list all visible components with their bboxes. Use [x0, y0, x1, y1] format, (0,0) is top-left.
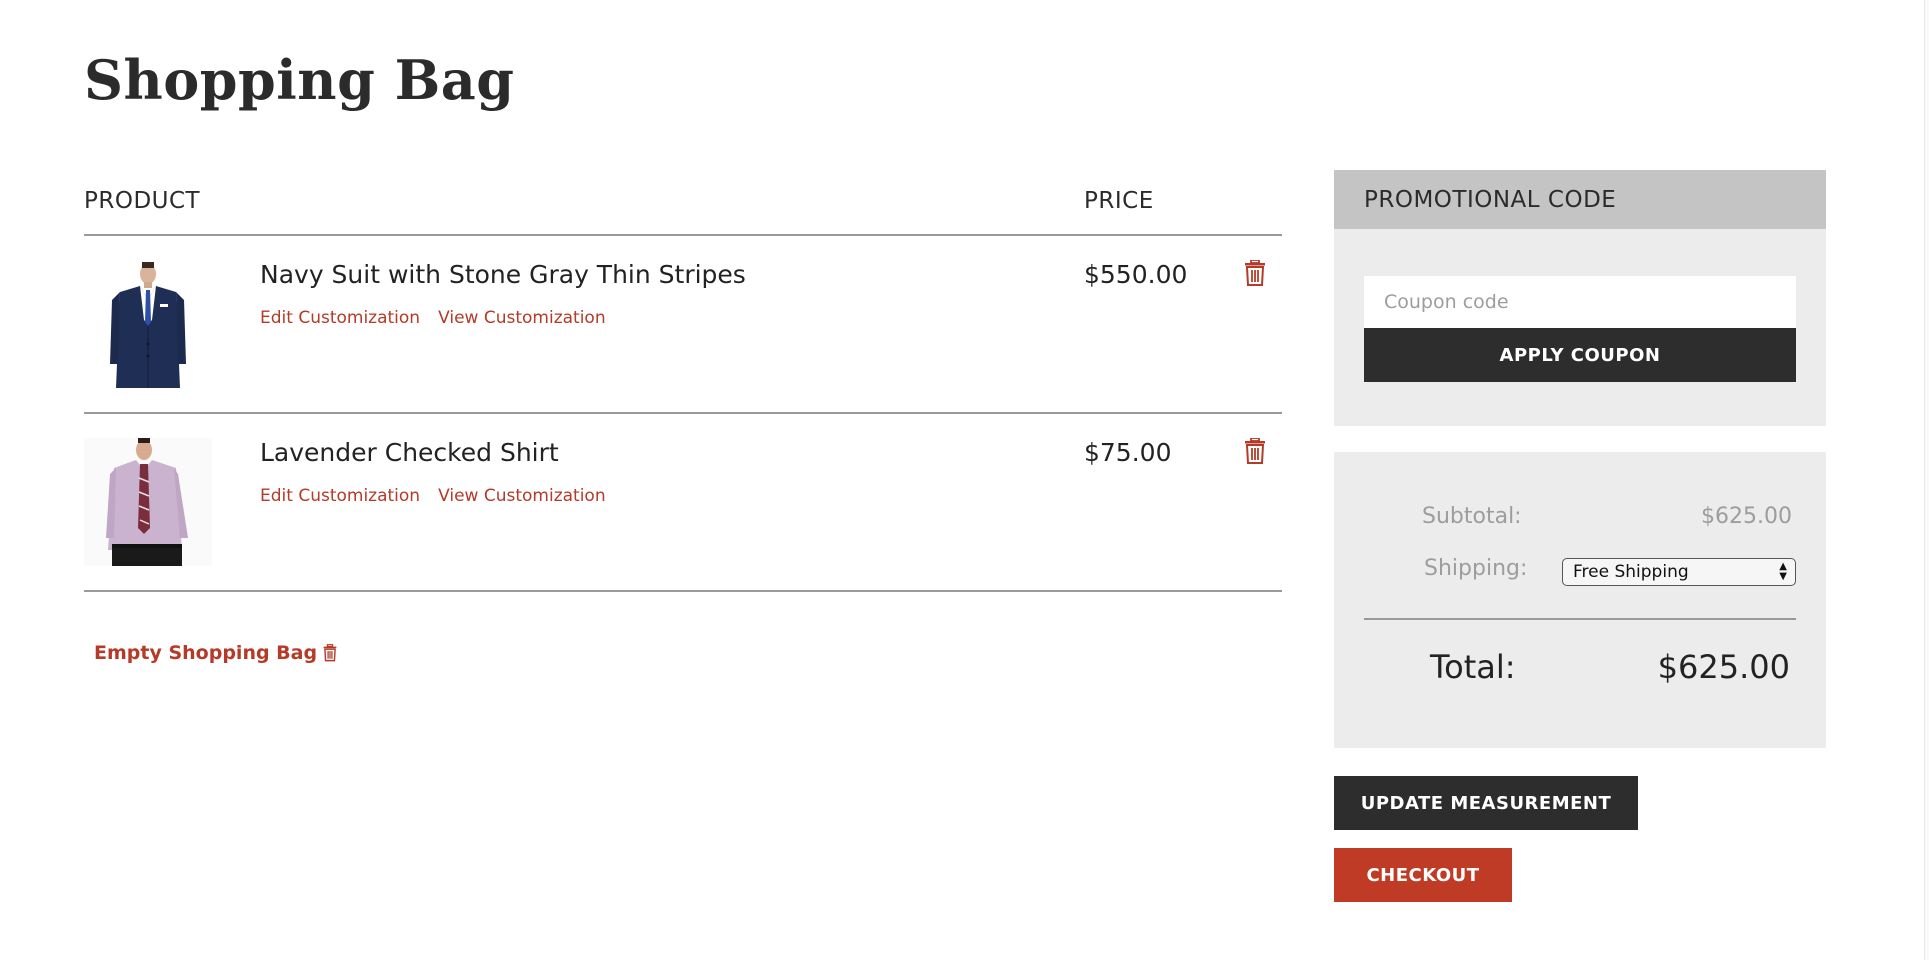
product-name[interactable]: Lavender Checked Shirt [260, 438, 559, 467]
total-value: $625.00 [1657, 648, 1790, 686]
total-label: Total: [1430, 648, 1516, 686]
product-thumbnail-lavender-shirt[interactable] [84, 438, 212, 566]
subtotal-label: Subtotal: [1422, 504, 1522, 529]
coupon-code-input[interactable] [1364, 276, 1796, 328]
checkout-button[interactable]: CHECKOUT [1334, 848, 1512, 902]
view-customization-link[interactable]: View Customization [438, 486, 606, 506]
updown-arrows-icon: ▲ ▼ [1779, 561, 1787, 582]
remove-item-button[interactable] [1244, 259, 1270, 290]
navy-suit-image [84, 260, 212, 388]
cart-table: PRODUCT PRICE Navy Suit with Stone Gray … [84, 176, 1282, 592]
view-customization-link[interactable]: View Customization [438, 308, 606, 328]
cart-row: Navy Suit with Stone Gray Thin Stripes E… [84, 236, 1282, 414]
empty-shopping-bag-label: Empty Shopping Bag [94, 642, 318, 664]
product-thumbnail-navy-suit[interactable] [84, 260, 212, 388]
cart-table-header: PRODUCT PRICE [84, 176, 1282, 236]
customization-links: Edit Customization View Customization [260, 308, 606, 328]
remove-item-button[interactable] [1244, 437, 1270, 468]
lavender-shirt-image [84, 438, 212, 566]
subtotal-value: $625.00 [1701, 504, 1792, 529]
shipping-method-select[interactable]: Free Shipping ▲ ▼ [1562, 558, 1796, 586]
product-name[interactable]: Navy Suit with Stone Gray Thin Stripes [260, 260, 746, 289]
price-column-header: PRICE [1084, 188, 1154, 214]
apply-coupon-button[interactable]: APPLY COUPON [1364, 328, 1796, 382]
promo-code-panel: PROMOTIONAL CODE APPLY COUPON [1334, 170, 1826, 426]
shipping-selected-value: Free Shipping [1573, 562, 1689, 582]
product-column-header: PRODUCT [84, 188, 201, 214]
shipping-label: Shipping: [1424, 556, 1528, 581]
empty-shopping-bag-link[interactable]: Empty Shopping Bag [94, 642, 337, 664]
update-measurement-button[interactable]: UPDATE MEASUREMENT [1334, 776, 1638, 830]
page-title: Shopping Bag [84, 48, 515, 112]
page-scrollbar[interactable] [1924, 0, 1929, 960]
cart-row: Lavender Checked Shirt Edit Customizatio… [84, 414, 1282, 592]
product-price: $75.00 [1084, 438, 1172, 467]
trash-icon [1245, 259, 1265, 286]
product-price: $550.00 [1084, 260, 1188, 289]
trash-icon [323, 644, 337, 662]
trash-icon [1245, 437, 1265, 464]
shopping-bag-page: Shopping Bag PRODUCT PRICE Navy Suit wit… [0, 0, 1929, 960]
promo-code-heading: PROMOTIONAL CODE [1334, 170, 1826, 229]
order-summary-panel: Subtotal: $625.00 Shipping: Free Shippin… [1334, 452, 1826, 748]
summary-divider [1364, 618, 1796, 620]
customization-links: Edit Customization View Customization [260, 486, 606, 506]
edit-customization-link[interactable]: Edit Customization [260, 486, 420, 506]
edit-customization-link[interactable]: Edit Customization [260, 308, 420, 328]
